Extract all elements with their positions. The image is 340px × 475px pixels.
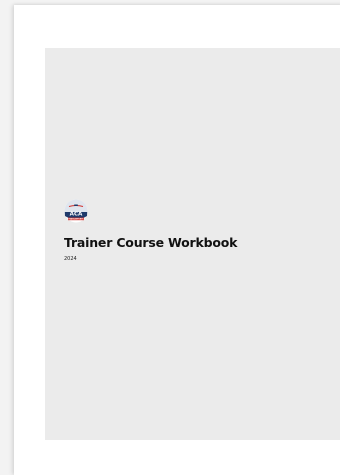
- logo-tagline: PADDLESPORTS: [69, 219, 85, 221]
- document-title: Trainer Course Workbook: [64, 235, 238, 250]
- logo-letters: ACA: [70, 211, 83, 217]
- cover-panel: ACA PADDLESPORTS Trainer Course Workbook…: [45, 48, 340, 440]
- document-page: ACA PADDLESPORTS Trainer Course Workbook…: [14, 5, 340, 475]
- document-year: 2024: [64, 256, 77, 262]
- aca-logo-icon: ACA PADDLESPORTS: [64, 199, 88, 223]
